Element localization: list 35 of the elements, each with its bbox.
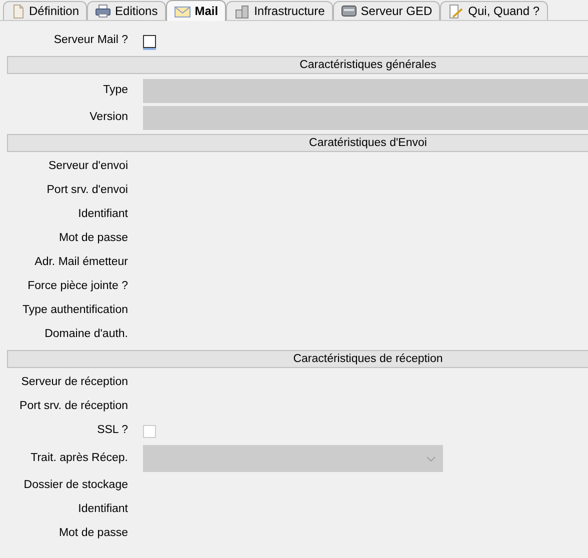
field-label: Mot de passe xyxy=(58,526,129,542)
field-label: Force pièce jointe ? xyxy=(26,279,129,294)
tab[interactable]: Infrastructure xyxy=(226,1,333,20)
tab[interactable]: Editions xyxy=(87,1,166,20)
field-label: Type authentification xyxy=(22,303,129,318)
server-icon xyxy=(340,4,357,18)
document-icon xyxy=(11,4,25,18)
field-label: Domaine d'auth. xyxy=(44,327,129,342)
field-label: Mot de passe xyxy=(58,231,129,246)
field-label: Dossier de stockage xyxy=(22,478,129,494)
field-label: Type xyxy=(102,82,129,98)
tab[interactable]: Serveur GED xyxy=(332,1,440,20)
field-label: Serveur Mail ? xyxy=(52,33,129,48)
field-label: Version xyxy=(88,110,129,125)
field-label: Port srv. de réception xyxy=(18,399,129,414)
field-label: Serveur d'envoi xyxy=(47,159,129,174)
field-label: Adr. Mail émetteur xyxy=(34,255,129,270)
tab[interactable]: Mail xyxy=(166,0,226,21)
field-label: Identifiant xyxy=(77,207,129,222)
field-label: Trait. après Récep. xyxy=(30,450,129,466)
field-label: Identifiant xyxy=(77,502,129,518)
server-icon xyxy=(234,4,250,18)
section-header: Caractéristiques générales xyxy=(7,56,588,74)
field-label: SSL ? xyxy=(96,423,129,438)
field-label: Port srv. d'envoi xyxy=(46,183,129,198)
pencil-document-icon xyxy=(448,4,464,18)
chevron-down-icon xyxy=(426,456,436,462)
tab[interactable]: Qui, Quand ? xyxy=(440,1,548,20)
checkbox[interactable] xyxy=(143,34,156,48)
field-label: Serveur de réception xyxy=(20,375,129,390)
printer-icon xyxy=(95,4,112,18)
section-header: Caratéristiques d'Envoi xyxy=(7,134,588,152)
envelope-icon xyxy=(174,4,191,18)
tab[interactable]: Définition xyxy=(3,1,88,20)
section-header: Caractéristiques de réception xyxy=(7,350,588,368)
